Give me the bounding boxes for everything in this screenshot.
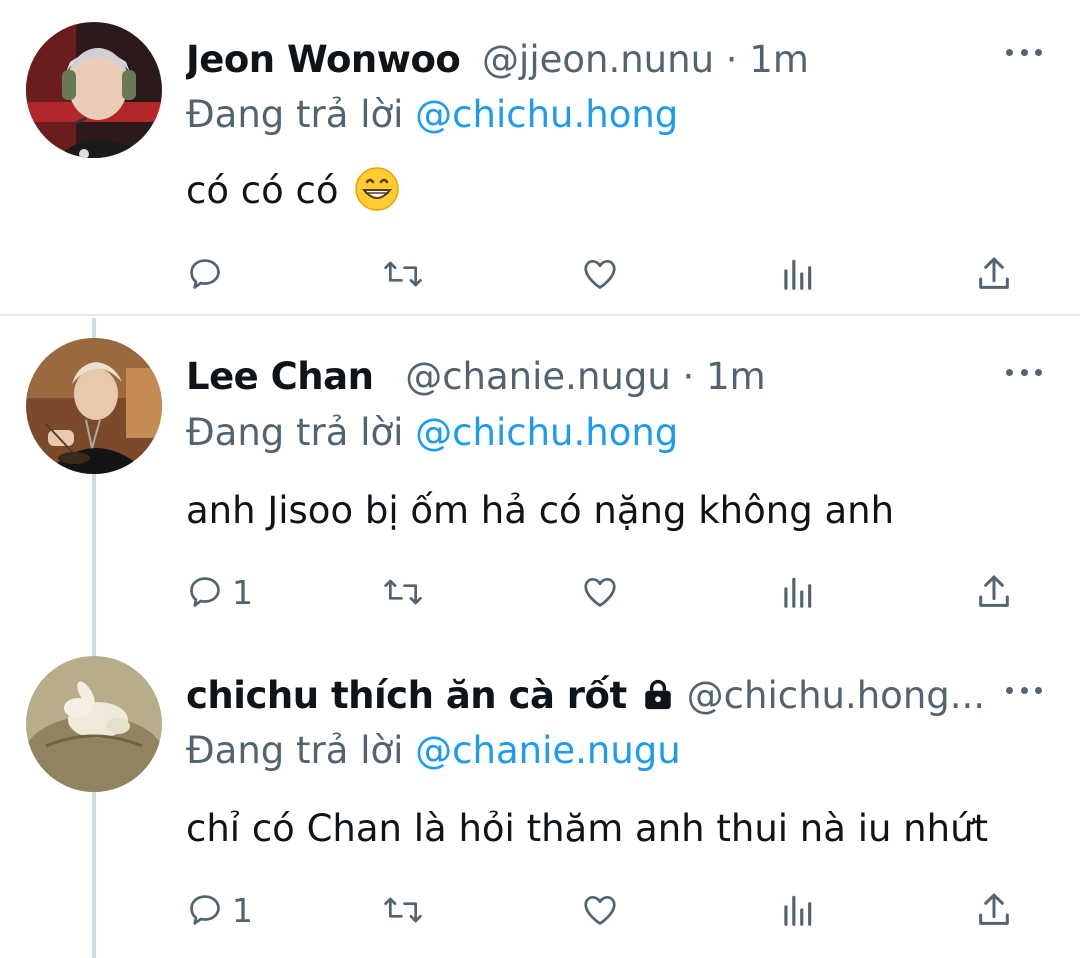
tweet-text-body: anh Jisoo bị ốm hả có nặng không anh (186, 489, 895, 532)
author-handle[interactable]: @chichu.hong... (687, 674, 985, 717)
avatar[interactable] (26, 656, 162, 792)
grinning-face-emoji-icon (354, 166, 400, 225)
more-icon[interactable] (1006, 362, 1042, 382)
tweet-header: chichu thích ăn cà rốt @chichu.hong... (186, 671, 988, 721)
replying-to-label: Đang trả lời (186, 411, 404, 454)
reply-icon (190, 577, 220, 607)
views-icon (784, 577, 812, 608)
reply-count: 1 (232, 890, 253, 930)
share-icon (979, 257, 1009, 289)
views-icon (784, 259, 812, 290)
reply-button[interactable]: 1 (186, 570, 253, 614)
tweet[interactable]: Lee Chan @chanie.nugu · 1m Đang trả lời … (0, 316, 1080, 636)
replying-to-label: Đang trả lời (186, 93, 404, 136)
tweet-header: Lee Chan @chanie.nugu · 1m (186, 352, 1000, 402)
reply-button[interactable] (186, 252, 224, 296)
author-handle[interactable]: @jjeon.nunu (482, 38, 714, 81)
replying-to-label: Đang trả lời (186, 729, 404, 772)
views-button[interactable] (778, 252, 816, 296)
retweet-icon (384, 897, 422, 923)
share-button[interactable] (974, 570, 1014, 614)
tweet[interactable]: Jeon Wonwoo @jjeon.nunu · 1m Đang trả lờ… (0, 0, 1080, 314)
tweet-text-body: chỉ có Chan là hỏi thăm anh thui nà iu n… (186, 807, 989, 850)
reply-count: 1 (232, 572, 253, 612)
retweet-icon (384, 261, 422, 287)
like-icon (584, 895, 616, 925)
avatar[interactable] (26, 22, 162, 158)
lock-icon (641, 675, 675, 721)
views-button[interactable] (778, 570, 816, 614)
tweet-text-body: có có có (186, 169, 339, 212)
timestamp[interactable]: 1m (749, 38, 809, 81)
tweet-text: có có có (186, 166, 400, 225)
like-icon (584, 577, 616, 607)
retweet-icon (384, 579, 422, 605)
separator-dot: · (725, 38, 750, 81)
share-button[interactable] (974, 888, 1014, 932)
share-icon (979, 893, 1009, 925)
separator-dot: · (682, 355, 707, 398)
more-icon[interactable] (1006, 42, 1042, 62)
like-button[interactable] (580, 570, 620, 614)
retweet-button[interactable] (382, 252, 424, 296)
retweet-button[interactable] (382, 888, 424, 932)
replying-to: Đang trả lời @chanie.nugu (186, 726, 681, 776)
author-name[interactable]: Lee Chan (186, 355, 374, 398)
mention-link[interactable]: @chanie.nugu (415, 729, 681, 772)
reply-icon (190, 895, 220, 925)
reply-icon (190, 259, 220, 289)
author-handle[interactable]: @chanie.nugu (405, 355, 671, 398)
tweet-text: chỉ có Chan là hỏi thăm anh thui nà iu n… (186, 804, 988, 854)
tweet[interactable]: chichu thích ăn cà rốt @chichu.hong... Đa… (0, 636, 1080, 954)
author-name[interactable]: Jeon Wonwoo (186, 38, 461, 81)
retweet-button[interactable] (382, 570, 424, 614)
tweet-text: anh Jisoo bị ốm hả có nặng không anh (186, 486, 894, 536)
mention-link[interactable]: @chichu.hong (415, 93, 678, 136)
replying-to: Đang trả lời @chichu.hong (186, 408, 678, 458)
share-icon (979, 575, 1009, 607)
mention-link[interactable]: @chichu.hong (415, 411, 678, 454)
views-button[interactable] (778, 888, 816, 932)
more-icon[interactable] (1006, 680, 1042, 700)
views-icon (784, 895, 812, 926)
like-icon (584, 259, 616, 289)
share-button[interactable] (974, 252, 1014, 296)
like-button[interactable] (580, 252, 620, 296)
timestamp[interactable]: 1m (706, 355, 766, 398)
like-button[interactable] (580, 888, 620, 932)
tweet-header: Jeon Wonwoo @jjeon.nunu · 1m (186, 35, 1000, 85)
avatar[interactable] (26, 338, 162, 474)
author-name[interactable]: chichu thích ăn cà rốt (186, 674, 627, 717)
replying-to: Đang trả lời @chichu.hong (186, 90, 678, 140)
reply-button[interactable]: 1 (186, 888, 253, 932)
